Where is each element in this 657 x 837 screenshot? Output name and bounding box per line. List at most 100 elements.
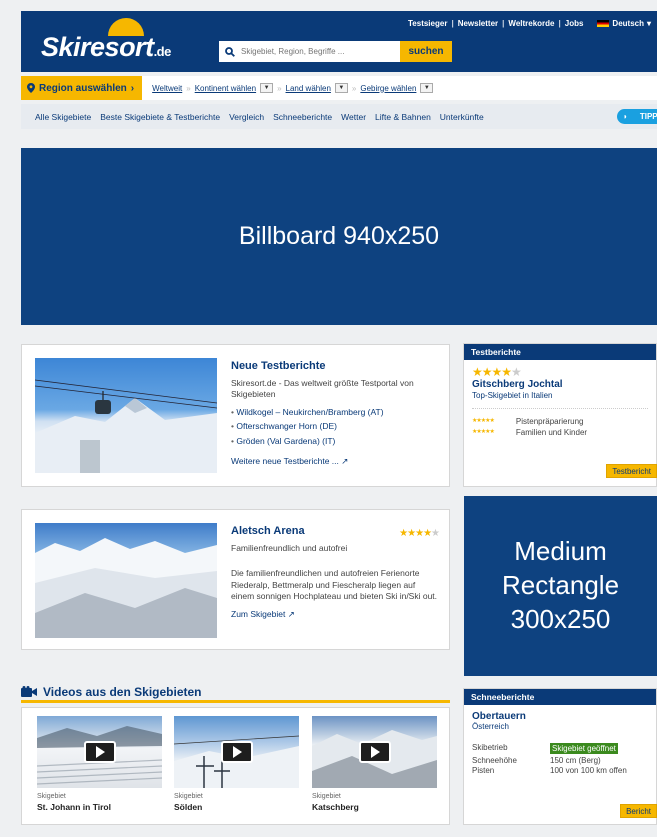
criteria-stars-icon: ★★★★★ xyxy=(472,429,495,435)
more-reviews-label: Weitere neue Testberichte ... xyxy=(231,456,339,467)
search-bar: suchen xyxy=(219,41,452,62)
country-dropdown-icon[interactable]: ▼ xyxy=(334,83,348,93)
ad-line: Rectangle xyxy=(501,570,620,601)
row-label: Pisten xyxy=(472,766,495,775)
country-select[interactable]: Land wählen xyxy=(286,84,331,93)
nav-item-all-resorts[interactable]: Alle Skigebiete xyxy=(35,112,91,122)
nav-item-weather[interactable]: Wetter xyxy=(341,112,366,122)
list-item[interactable]: Ofterschwanger Horn (DE) xyxy=(231,421,439,432)
criteria-stars-icon: ★★★★★ xyxy=(472,418,495,424)
search-button[interactable]: suchen xyxy=(400,41,452,62)
search-icon xyxy=(225,46,235,57)
continent-dropdown-icon[interactable]: ▼ xyxy=(260,83,274,93)
video-thumbnail[interactable] xyxy=(312,716,437,788)
new-reviews-card: Neue Testberichte Skiresort.de - Das wel… xyxy=(21,344,450,487)
card-title[interactable]: Aletsch Arena xyxy=(231,524,305,539)
video-name: St. Johann in Tirol xyxy=(37,802,111,812)
logo-tld: .de xyxy=(153,44,172,59)
tipps-button[interactable]: ◗ TIPPS xyxy=(617,109,657,124)
widget-header: Schneeberichte xyxy=(464,689,656,705)
report-button[interactable]: Bericht xyxy=(620,804,657,818)
german-flag-icon xyxy=(597,20,610,27)
resort-name[interactable]: Obertauern xyxy=(472,711,648,722)
play-icon[interactable] xyxy=(220,741,253,763)
region-bar: Region auswählen › Weltweit » Kontinent … xyxy=(21,76,657,100)
row-value: 100 von 100 km offen xyxy=(550,766,627,775)
video-label: Skigebiet xyxy=(174,793,203,800)
criteria-label: Familien und Kinder xyxy=(515,428,588,437)
region-select-button[interactable]: Region auswählen › xyxy=(21,76,143,100)
review-button[interactable]: Testbericht xyxy=(606,464,657,478)
video-thumbnail[interactable] xyxy=(37,716,162,788)
resort-link[interactable]: Zum Skigebiet ↗ xyxy=(231,609,295,620)
mountains-dropdown-icon[interactable]: ▼ xyxy=(420,83,434,93)
rating-stars-icon: ★★★★★ xyxy=(472,365,522,379)
resort-name[interactable]: Gitschberg Jochtal xyxy=(472,379,648,390)
row-value: 150 cm (Berg) xyxy=(550,756,601,765)
video-camera-icon xyxy=(21,686,37,697)
video-name: Katschberg xyxy=(312,802,359,812)
featured-resort-card: Aletsch Arena ★★★★★ Familienfreundlich u… xyxy=(21,509,450,650)
main-nav: Alle Skigebiete Beste Skigebiete & Testb… xyxy=(21,104,657,129)
external-link-icon: ↗ xyxy=(341,456,349,467)
reviews-widget: Testberichte ★★★★★ Gitschberg Jochtal To… xyxy=(463,343,657,487)
arrow-icon: » xyxy=(277,83,282,93)
criteria-label: Pistenpräparierung xyxy=(515,417,584,426)
gondola-photo[interactable] xyxy=(35,358,217,473)
resort-country: Österreich xyxy=(472,722,509,731)
logo-text: Skiresort xyxy=(41,32,154,62)
resort-tagline: Top-Skigebiet in Italien xyxy=(472,391,553,400)
video-label: Skigebiet xyxy=(312,793,341,800)
mountains-select[interactable]: Gebirge wählen xyxy=(360,84,416,93)
location-pin-icon xyxy=(27,83,35,93)
search-input[interactable] xyxy=(241,47,381,56)
ad-line: Medium xyxy=(514,536,607,567)
medium-rectangle-ad[interactable]: Medium Rectangle 300x250 xyxy=(464,496,657,676)
toplink-jobs[interactable]: Jobs xyxy=(565,19,584,28)
play-icon[interactable] xyxy=(83,741,116,763)
card-title[interactable]: Neue Testberichte xyxy=(231,359,439,374)
top-links: Testsieger | Newsletter | Weltrekorde | Job… xyxy=(408,19,651,28)
nav-item-snow-reports[interactable]: Schneeberichte xyxy=(273,112,332,122)
more-reviews-link[interactable]: Weitere neue Testberichte ... ↗ xyxy=(231,456,348,467)
row-label: Skibetrieb xyxy=(472,743,508,752)
tipps-label: TIPPS xyxy=(639,112,657,121)
arrow-icon: » xyxy=(351,83,357,93)
card-intro: Skiresort.de - Das weltweit größte Testp… xyxy=(231,377,414,400)
video-thumbnail[interactable] xyxy=(174,716,299,788)
nav-item-best-resorts[interactable]: Beste Skigebiete & Testberichte xyxy=(100,112,220,122)
card-text: Die familienfreundlichen und autofreien … xyxy=(231,568,438,602)
continent-select[interactable]: Kontinent wählen xyxy=(195,84,256,93)
widget-header: Testberichte xyxy=(464,344,656,360)
external-link-icon: ↗ xyxy=(287,608,295,619)
video-item[interactable]: Skigebiet Katschberg xyxy=(312,716,437,812)
nav-item-accommodation[interactable]: Unterkünfte xyxy=(440,112,484,122)
resort-panorama-photo[interactable] xyxy=(35,523,217,638)
video-item[interactable]: Skigebiet St. Johann in Tirol xyxy=(37,716,162,812)
videos-title: Videos aus den Skigebieten xyxy=(43,684,202,699)
nav-item-lifts[interactable]: Lifte & Bahnen xyxy=(375,112,431,122)
review-list: Wildkogel – Neukirchen/Bramberg (AT) Oft… xyxy=(231,407,439,447)
toplink-newsletter[interactable]: Newsletter xyxy=(458,19,498,28)
status-badge: Skigebiet geöffnet xyxy=(550,743,618,754)
video-item[interactable]: Skigebiet Sölden xyxy=(174,716,299,812)
nav-item-compare[interactable]: Vergleich xyxy=(229,112,264,122)
site-logo[interactable]: Skiresort.de xyxy=(41,18,211,68)
list-item[interactable]: Gröden (Val Gardena) (IT) xyxy=(231,436,439,447)
toplink-weltrekorde[interactable]: Weltrekorde xyxy=(508,19,554,28)
list-item[interactable]: Wildkogel – Neukirchen/Bramberg (AT) xyxy=(231,407,439,418)
billboard-ad[interactable]: Billboard 940x250 xyxy=(21,148,657,325)
ad-line: 300x250 xyxy=(510,603,611,634)
table-row: Pisten 100 von 100 km offen xyxy=(472,766,648,775)
card-subtitle: Familienfreundlich und autofrei xyxy=(231,542,348,553)
breadcrumb-worldwide[interactable]: Weltweit xyxy=(152,84,182,93)
table-row: Skibetrieb Skigebiet geöffnet xyxy=(472,743,648,754)
play-icon[interactable] xyxy=(358,741,391,763)
site-header: Skiresort.de Testsieger | Newsletter | Wel… xyxy=(21,11,657,72)
arrow-icon: » xyxy=(186,83,191,93)
region-select-label: Region auswählen xyxy=(39,82,127,94)
chevron-right-icon: › xyxy=(130,82,135,94)
language-selector[interactable]: Deutsch ▾ xyxy=(597,19,651,28)
videos-panel: Skigebiet St. Johann in Tirol Skigebiet … xyxy=(21,707,450,825)
toplink-testsieger[interactable]: Testsieger xyxy=(408,19,447,28)
